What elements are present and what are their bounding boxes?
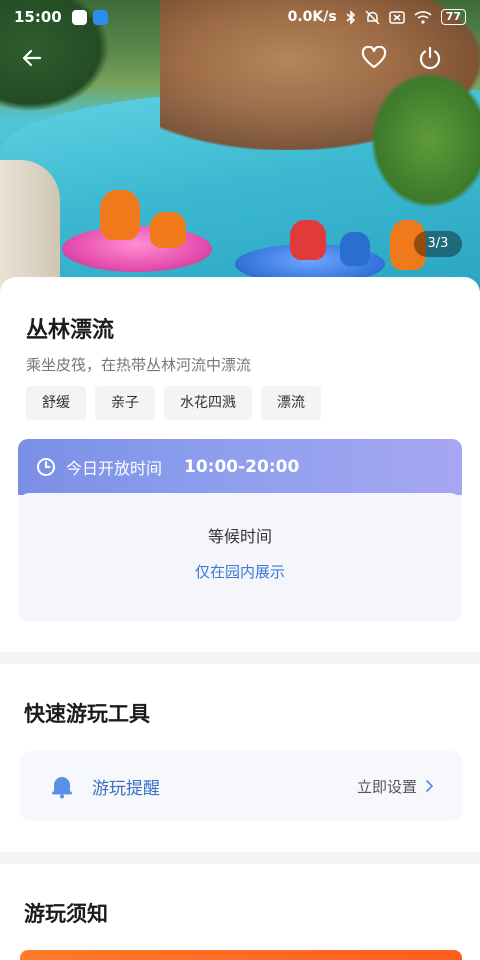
opening-hours-header: 今日开放时间 10:00-20:00	[18, 439, 462, 495]
play-reminder-label: 游玩提醒	[92, 778, 160, 799]
app-notification-icon	[71, 9, 87, 25]
opening-hours-value: 10:00-20:00	[184, 457, 300, 477]
opening-hours-panel: 今日开放时间 10:00-20:00 等候时间 仅在园内展示	[18, 439, 462, 621]
tag: 水花四溅	[164, 386, 252, 420]
notification-icons	[71, 9, 108, 25]
tag: 舒缓	[26, 386, 86, 420]
attraction-tags: 舒缓 亲子 水花四溅 漂流	[26, 386, 321, 420]
status-right: 0.0K/s 77	[288, 9, 466, 25]
power-icon	[419, 46, 441, 70]
battery-indicator: 77	[440, 9, 466, 25]
hero-rider	[340, 232, 370, 266]
section-divider	[0, 652, 480, 664]
section-divider	[0, 852, 480, 864]
chevron-right-icon	[426, 780, 433, 792]
wait-time-note: 仅在园内展示	[194, 563, 285, 581]
wait-time-title: 等候时间	[207, 527, 272, 546]
status-time: 15:00	[14, 8, 62, 26]
status-bar: 15:00 0.0K/s 77	[0, 0, 480, 34]
notice-title: 游玩须知	[24, 902, 108, 926]
favorite-button[interactable]	[356, 40, 392, 76]
network-speed: 0.0K/s	[287, 9, 337, 25]
mute-bell-icon	[365, 9, 380, 25]
back-arrow-icon	[22, 49, 42, 67]
attraction-title: 丛林漂流	[26, 318, 115, 343]
set-reminder-label: 立即设置	[356, 777, 417, 796]
wait-time-section: 等候时间 仅在园内展示	[18, 493, 462, 621]
play-reminder-row[interactable]: 游玩提醒 立即设置	[20, 751, 462, 821]
image-counter: 3/3	[414, 231, 462, 257]
exit-button[interactable]	[412, 40, 448, 76]
hero-rider	[290, 220, 326, 260]
bluetooth-icon	[346, 9, 355, 25]
opening-hours-label: 今日开放时间	[66, 459, 163, 478]
heart-icon	[361, 46, 387, 69]
bell-icon	[52, 777, 72, 799]
hero-photo[interactable]	[0, 0, 480, 300]
notice-banner	[20, 950, 462, 960]
back-button[interactable]	[14, 40, 50, 76]
cloud-notification-icon	[92, 9, 108, 25]
tag: 亲子	[95, 386, 155, 420]
clock-icon	[37, 458, 55, 476]
hero-foliage-right	[360, 60, 480, 220]
hero-rider	[150, 212, 186, 248]
attraction-subtitle: 乘坐皮筏，在热带丛林河流中漂流	[26, 356, 252, 374]
sim-off-icon	[388, 10, 405, 24]
tag: 漂流	[261, 386, 321, 420]
wifi-icon	[414, 11, 432, 24]
hero-rider	[100, 190, 140, 240]
quick-tools-title: 快速游玩工具	[24, 702, 150, 726]
set-reminder-button[interactable]: 立即设置	[357, 776, 434, 797]
